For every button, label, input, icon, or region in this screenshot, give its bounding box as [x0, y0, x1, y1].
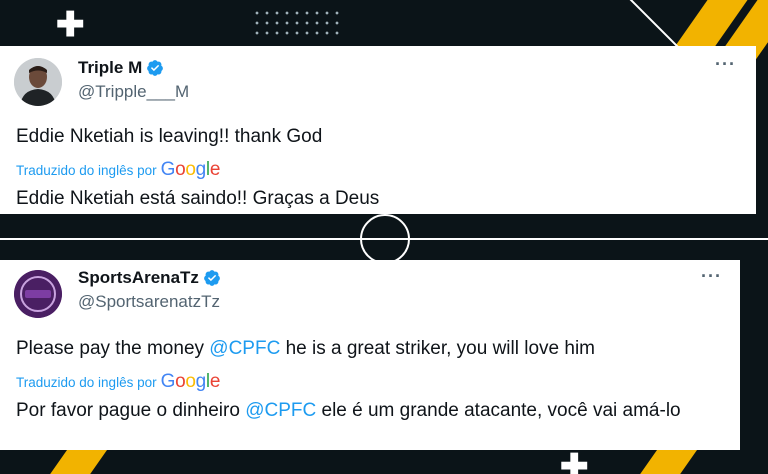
tweet-card[interactable]: Triple M @Tripple___M ··· Eddie Nketiah …	[0, 46, 756, 214]
more-options-icon[interactable]: ···	[701, 266, 722, 287]
avatar[interactable]	[14, 270, 62, 318]
mention-link[interactable]: @CPFC	[209, 338, 280, 359]
pitch-center-circle	[360, 214, 410, 264]
dot-pattern	[252, 8, 342, 38]
verified-badge-icon	[204, 270, 220, 286]
tweet-card[interactable]: SportsArenaTz @SportsarenatzTz ··· Pleas…	[0, 260, 740, 450]
more-options-icon[interactable]: ···	[715, 54, 736, 75]
verified-badge-icon	[147, 60, 164, 76]
avatar[interactable]	[14, 58, 62, 106]
white-line	[622, 0, 680, 49]
translation-attribution[interactable]: Traduzido do inglês por Google	[16, 371, 220, 393]
user-handle[interactable]: @SportsarenatzTz	[78, 292, 220, 312]
mention-link[interactable]: @CPFC	[245, 400, 316, 421]
tweet-text-part: Please pay the money	[16, 338, 210, 359]
translation-attribution[interactable]: Traduzido do inglês por Google	[16, 159, 220, 181]
translated-by-label: Traduzido do inglês por	[16, 162, 157, 178]
tweet-text: Please pay the money @CPFC he is a great…	[16, 336, 595, 361]
display-name[interactable]: SportsArenaTz	[78, 268, 199, 288]
tweet-text-part: he is a great striker, you will love him	[280, 338, 595, 359]
translated-text-part: Por favor pague o dinheiro	[16, 400, 246, 421]
plus-icon: ✚	[560, 448, 589, 474]
plus-icon: ✚	[56, 6, 85, 44]
user-handle[interactable]: @Tripple___M	[78, 82, 189, 102]
translated-text-part: ele é um grande atacante, você vai amá-l…	[316, 400, 681, 421]
display-name[interactable]: Triple M	[78, 58, 142, 78]
translated-text: Por favor pague o dinheiro @CPFC ele é u…	[16, 398, 716, 423]
google-logo: Google	[160, 159, 221, 180]
translated-text: Eddie Nketiah está saindo!! Graças a Deu…	[16, 188, 380, 209]
tweet-text: Eddie Nketiah is leaving!! thank God	[16, 126, 323, 147]
google-logo: Google	[160, 371, 221, 392]
translated-by-label: Traduzido do inglês por	[16, 374, 157, 390]
